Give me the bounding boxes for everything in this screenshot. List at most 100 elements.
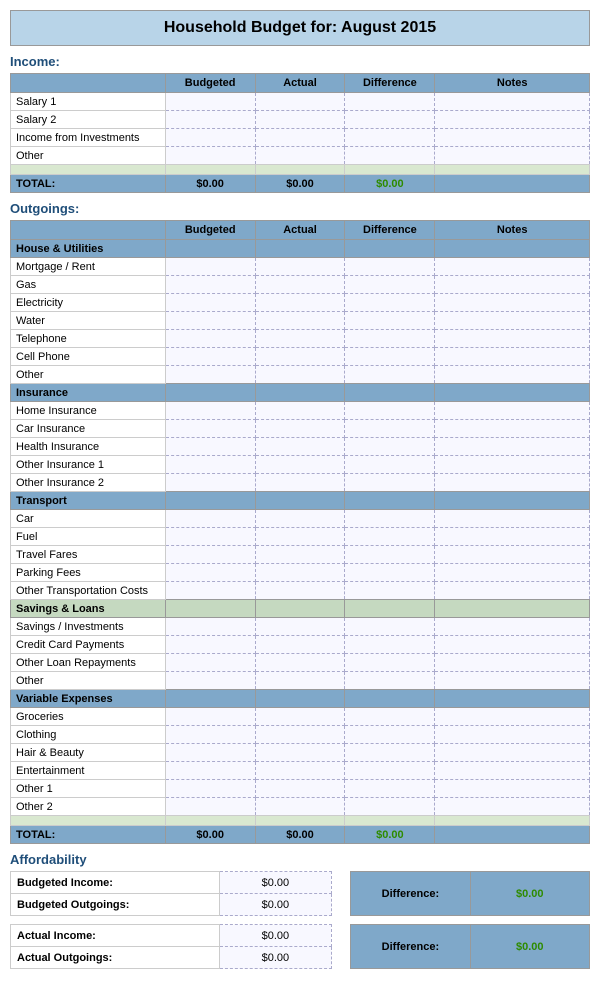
- outgoings-row-notes[interactable]: [435, 474, 590, 492]
- outgoings-row-budgeted[interactable]: [165, 672, 255, 690]
- outgoings-row-actual[interactable]: [255, 618, 345, 636]
- income-row-notes[interactable]: [435, 129, 590, 147]
- income-row-notes[interactable]: [435, 111, 590, 129]
- outgoings-row-actual[interactable]: [255, 312, 345, 330]
- outgoings-row-actual[interactable]: [255, 420, 345, 438]
- outgoings-row-budgeted[interactable]: [165, 366, 255, 384]
- outgoings-row-budgeted[interactable]: [165, 258, 255, 276]
- outgoings-row-actual[interactable]: [255, 654, 345, 672]
- outgoings-row-budgeted[interactable]: [165, 528, 255, 546]
- outgoings-row-budgeted[interactable]: [165, 438, 255, 456]
- outgoings-row-budgeted[interactable]: [165, 654, 255, 672]
- outgoings-row-actual[interactable]: [255, 366, 345, 384]
- outgoings-row-notes[interactable]: [435, 348, 590, 366]
- outgoings-row-notes[interactable]: [435, 636, 590, 654]
- income-row-actual[interactable]: [255, 111, 345, 129]
- outgoings-row-budgeted[interactable]: [165, 744, 255, 762]
- outgoings-row-budgeted[interactable]: [165, 402, 255, 420]
- outgoings-row-actual[interactable]: [255, 456, 345, 474]
- income-row-actual[interactable]: [255, 93, 345, 111]
- outgoings-row-actual[interactable]: [255, 294, 345, 312]
- category-label: Variable Expenses: [11, 690, 166, 708]
- outgoings-row-actual[interactable]: [255, 276, 345, 294]
- outgoings-row-notes[interactable]: [435, 366, 590, 384]
- outgoings-row-actual[interactable]: [255, 636, 345, 654]
- outgoings-row-notes[interactable]: [435, 744, 590, 762]
- outgoings-row-notes[interactable]: [435, 330, 590, 348]
- outgoings-row-notes[interactable]: [435, 618, 590, 636]
- outgoings-row-actual[interactable]: [255, 798, 345, 816]
- outgoings-row-actual[interactable]: [255, 474, 345, 492]
- outgoings-row-notes[interactable]: [435, 312, 590, 330]
- outgoings-row-budgeted[interactable]: [165, 276, 255, 294]
- outgoings-row-actual[interactable]: [255, 726, 345, 744]
- outgoings-row-notes[interactable]: [435, 582, 590, 600]
- income-row-notes[interactable]: [435, 147, 590, 165]
- outgoings-row-actual[interactable]: [255, 672, 345, 690]
- outgoings-row-budgeted[interactable]: [165, 636, 255, 654]
- outgoings-row-notes[interactable]: [435, 546, 590, 564]
- outgoings-row-budgeted[interactable]: [165, 780, 255, 798]
- outgoings-row-notes[interactable]: [435, 276, 590, 294]
- outgoings-row-actual[interactable]: [255, 708, 345, 726]
- outgoings-row-notes[interactable]: [435, 708, 590, 726]
- outgoings-row-budgeted[interactable]: [165, 474, 255, 492]
- outgoings-row-notes[interactable]: [435, 726, 590, 744]
- outgoings-row: Cell Phone: [11, 348, 590, 366]
- outgoings-row-notes[interactable]: [435, 672, 590, 690]
- outgoings-row-budgeted[interactable]: [165, 618, 255, 636]
- outgoings-row-difference: [345, 312, 435, 330]
- outgoings-row-budgeted[interactable]: [165, 348, 255, 366]
- outgoings-row-budgeted[interactable]: [165, 546, 255, 564]
- outgoings-row-actual[interactable]: [255, 348, 345, 366]
- outgoings-row-budgeted[interactable]: [165, 582, 255, 600]
- outgoings-row-notes[interactable]: [435, 258, 590, 276]
- outgoings-row-actual[interactable]: [255, 402, 345, 420]
- outgoings-row-budgeted[interactable]: [165, 564, 255, 582]
- outgoings-row-actual[interactable]: [255, 528, 345, 546]
- outgoings-row-notes[interactable]: [435, 528, 590, 546]
- outgoings-row-budgeted[interactable]: [165, 726, 255, 744]
- outgoings-row-notes[interactable]: [435, 780, 590, 798]
- income-row-notes[interactable]: [435, 93, 590, 111]
- outgoings-row-actual[interactable]: [255, 762, 345, 780]
- outgoings-row-actual[interactable]: [255, 330, 345, 348]
- income-row-budgeted[interactable]: [165, 93, 255, 111]
- outgoings-row: Water: [11, 312, 590, 330]
- income-row-budgeted[interactable]: [165, 147, 255, 165]
- outgoings-row-notes[interactable]: [435, 510, 590, 528]
- outgoings-row-budgeted[interactable]: [165, 420, 255, 438]
- outgoings-row-actual[interactable]: [255, 438, 345, 456]
- outgoings-row-budgeted[interactable]: [165, 330, 255, 348]
- outgoings-row-actual[interactable]: [255, 780, 345, 798]
- outgoings-row-actual[interactable]: [255, 582, 345, 600]
- outgoings-row-actual[interactable]: [255, 744, 345, 762]
- outgoings-row-actual[interactable]: [255, 510, 345, 528]
- outgoings-col-actual: Actual: [255, 221, 345, 240]
- income-row-budgeted[interactable]: [165, 111, 255, 129]
- outgoings-row-budgeted[interactable]: [165, 510, 255, 528]
- outgoings-row-budgeted[interactable]: [165, 708, 255, 726]
- income-row-budgeted[interactable]: [165, 129, 255, 147]
- outgoings-category-header: Transport: [11, 492, 590, 510]
- outgoings-row-budgeted[interactable]: [165, 762, 255, 780]
- outgoings-row-notes[interactable]: [435, 456, 590, 474]
- outgoings-row-actual[interactable]: [255, 258, 345, 276]
- outgoings-row-actual[interactable]: [255, 546, 345, 564]
- outgoings-category-header: Variable Expenses: [11, 690, 590, 708]
- outgoings-row-notes[interactable]: [435, 762, 590, 780]
- outgoings-row-budgeted[interactable]: [165, 294, 255, 312]
- outgoings-row-budgeted[interactable]: [165, 456, 255, 474]
- outgoings-row-notes[interactable]: [435, 402, 590, 420]
- outgoings-row-notes[interactable]: [435, 438, 590, 456]
- outgoings-row-budgeted[interactable]: [165, 312, 255, 330]
- outgoings-row-notes[interactable]: [435, 564, 590, 582]
- outgoings-row-notes[interactable]: [435, 798, 590, 816]
- outgoings-row-notes[interactable]: [435, 294, 590, 312]
- income-row-actual[interactable]: [255, 147, 345, 165]
- outgoings-row-notes[interactable]: [435, 654, 590, 672]
- outgoings-row-notes[interactable]: [435, 420, 590, 438]
- outgoings-row-actual[interactable]: [255, 564, 345, 582]
- income-row-actual[interactable]: [255, 129, 345, 147]
- outgoings-row-budgeted[interactable]: [165, 798, 255, 816]
